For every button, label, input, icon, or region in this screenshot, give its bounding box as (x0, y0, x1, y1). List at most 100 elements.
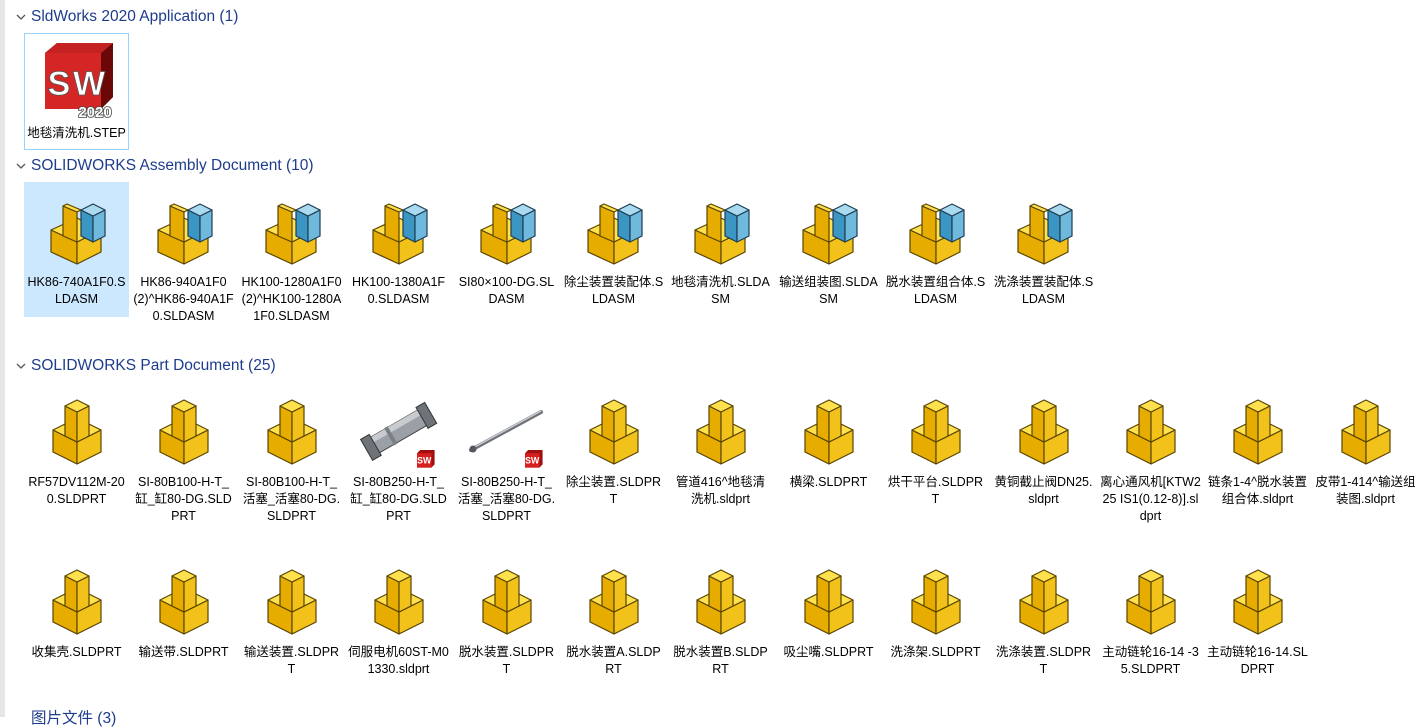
file-item[interactable]: 脱水装置组合体.SLDASM (883, 182, 988, 311)
file-name-label: 烘干平台.SLDPRT (887, 475, 984, 506)
file-item[interactable]: 烘干平台.SLDPRT (883, 382, 988, 511)
file-item[interactable]: HK100-1280A1F0(2)^HK100-1280A1F0.SLDASM (239, 182, 344, 328)
file-name-label: RF57DV112M-200.SLDPRT (28, 475, 125, 506)
file-item[interactable]: 主动链轮16-14.SLDPRT (1205, 552, 1310, 681)
file-item[interactable]: 收集壳.SLDPRT (24, 552, 129, 664)
file-name-label: 输送组装图.SLDASM (779, 275, 878, 306)
part-icon (1004, 388, 1084, 468)
chevron-down-icon[interactable] (14, 10, 28, 24)
svg-text:SW: SW (417, 456, 432, 466)
file-item[interactable]: 输送带.SLDPRT (131, 552, 236, 664)
part-icon (681, 558, 761, 638)
assembly-icon (37, 188, 117, 268)
file-name-label: 主动链轮16-14.SLDPRT (1207, 645, 1308, 676)
file-name-label: 管道416^地毯清洗机.sldprt (675, 475, 766, 506)
file-name-label: 离心通风机[KTW225 IS1(0.12-8)].sldprt (1100, 475, 1201, 523)
file-name-label: 主动链轮16-14 -35.SLDPRT (1102, 645, 1199, 676)
file-name-label: 输送带.SLDPRT (138, 645, 229, 659)
part-icon (574, 388, 654, 468)
file-item[interactable]: 吸尘嘴.SLDPRT (776, 552, 881, 664)
group-title: 图片文件 (3) (31, 710, 117, 727)
file-name-label: 地毯清洗机.STEP (27, 126, 126, 140)
file-item[interactable]: 除尘装置.SLDPRT (561, 382, 666, 511)
file-name-label: 皮带1-414^输送组装图.sldprt (1315, 475, 1415, 506)
file-name-label: 洗涤装置装配体.SLDASM (993, 275, 1094, 306)
cylinder-thumbnail-icon: SW (359, 388, 439, 468)
file-name-label: HK86-740A1F0.SLDASM (27, 275, 126, 306)
file-item[interactable]: 洗涤架.SLDPRT (883, 552, 988, 664)
file-item[interactable]: HK86-940A1F0(2)^HK86-940A1F0.SLDASM (131, 182, 236, 328)
file-item[interactable]: RF57DV112M-200.SLDPRT (24, 382, 129, 511)
part-icon (144, 388, 224, 468)
svg-text:2020: 2020 (78, 104, 111, 119)
file-item[interactable]: 管道416^地毯清洗机.sldprt (668, 382, 773, 511)
solidworks-2020-app-icon: S W 2020 (37, 39, 117, 119)
part-icon (1326, 388, 1406, 468)
file-name-label: 脱水装置组合体.SLDASM (885, 275, 986, 306)
file-item[interactable]: 伺服电机60ST-M01330.sldprt (346, 552, 451, 681)
group-header-part[interactable]: SOLIDWORKS Part Document (25) (14, 355, 276, 377)
part-icon (896, 388, 976, 468)
file-name-label: HK100-1280A1F0(2)^HK100-1280A1F0.SLDASM (241, 275, 342, 323)
file-name-label: SI-80B250-H-T_活塞_活塞80-DG.SLDPRT (457, 475, 556, 523)
part-icon (467, 558, 547, 638)
file-item[interactable]: 脱水装置A.SLDPRT (561, 552, 666, 681)
file-name-label: HK100-1380A1F0.SLDASM (351, 275, 446, 306)
part-icon (359, 558, 439, 638)
file-item[interactable]: 脱水装置.SLDPRT (454, 552, 559, 681)
group-header-assembly[interactable]: SOLIDWORKS Assembly Document (10) (14, 155, 314, 177)
group-header-images[interactable]: 图片文件 (3) (14, 706, 116, 728)
assembly-icon (1004, 188, 1084, 268)
chevron-down-icon[interactable] (14, 159, 28, 173)
file-item[interactable]: SI80×100-DG.SLDASM (454, 182, 559, 311)
file-name-label: 收集壳.SLDPRT (31, 645, 122, 659)
file-name-label: 输送装置.SLDPRT (243, 645, 340, 676)
file-name-label: 除尘装置.SLDPRT (565, 475, 662, 506)
file-item[interactable]: SW SI-80B250-H-T_缸_缸80-DG.SLDPRT (346, 382, 451, 528)
svg-text:S: S (47, 65, 70, 103)
file-item[interactable]: 离心通风机[KTW225 IS1(0.12-8)].sldprt (1098, 382, 1203, 528)
file-name-label: 链条1-4^脱水装置组合体.sldprt (1208, 475, 1307, 506)
file-name-label: SI-80B100-H-T_活塞_活塞80-DG.SLDPRT (242, 475, 341, 523)
file-item[interactable]: 输送装置.SLDPRT (239, 552, 344, 681)
file-item[interactable]: 皮带1-414^输送组装图.sldprt (1313, 382, 1415, 511)
part-icon (1111, 388, 1191, 468)
part-icon (896, 558, 976, 638)
part-icon (681, 388, 761, 468)
part-icon (789, 388, 869, 468)
assembly-icon (467, 188, 547, 268)
file-name-label: SI80×100-DG.SLDASM (458, 275, 555, 306)
file-item[interactable]: 链条1-4^脱水装置组合体.sldprt (1205, 382, 1310, 511)
file-item[interactable]: HK86-740A1F0.SLDASM (24, 182, 129, 317)
file-item[interactable]: 主动链轮16-14 -35.SLDPRT (1098, 552, 1203, 681)
file-item[interactable]: 洗涤装置装配体.SLDASM (991, 182, 1096, 311)
file-item[interactable]: SI-80B100-H-T_缸_缸80-DG.SLDPRT (131, 382, 236, 528)
file-item[interactable]: 输送组装图.SLDASM (776, 182, 881, 311)
file-name-label: 洗涤架.SLDPRT (890, 645, 981, 659)
part-icon (144, 558, 224, 638)
chevron-down-icon[interactable] (14, 359, 28, 373)
group-header-application[interactable]: SldWorks 2020 Application (1) (14, 6, 238, 28)
svg-text:SW: SW (525, 456, 540, 466)
file-item[interactable]: 横梁.SLDPRT (776, 382, 881, 494)
file-item[interactable]: 地毯清洗机.SLDASM (668, 182, 773, 311)
part-icon (37, 388, 117, 468)
file-name-label: 吸尘嘴.SLDPRT (783, 645, 874, 659)
file-item[interactable]: 洗涤装置.SLDPRT (991, 552, 1096, 681)
file-item[interactable]: SI-80B100-H-T_活塞_活塞80-DG.SLDPRT (239, 382, 344, 528)
part-icon (1004, 558, 1084, 638)
file-name-label: 除尘装置装配体.SLDASM (563, 275, 664, 306)
file-name-label: 横梁.SLDPRT (789, 475, 868, 489)
part-icon (789, 558, 869, 638)
file-item[interactable]: SW SI-80B250-H-T_活塞_活塞80-DG.SLDPRT (454, 382, 559, 528)
file-item[interactable]: 脱水装置B.SLDPRT (668, 552, 773, 681)
file-item[interactable]: S W 2020 地毯清洗机.STEP (24, 33, 129, 150)
file-name-label: 洗涤装置.SLDPRT (995, 645, 1092, 676)
part-icon (252, 388, 332, 468)
file-item[interactable]: HK100-1380A1F0.SLDASM (346, 182, 451, 311)
file-item[interactable]: 除尘装置装配体.SLDASM (561, 182, 666, 311)
file-item[interactable]: 黄铜截止阀DN25.sldprt (991, 382, 1096, 511)
file-name-label: HK86-940A1F0(2)^HK86-940A1F0.SLDASM (133, 275, 234, 323)
file-name-label: SI-80B100-H-T_缸_缸80-DG.SLDPRT (135, 475, 232, 523)
left-edge-scrollbar[interactable] (0, 0, 5, 717)
